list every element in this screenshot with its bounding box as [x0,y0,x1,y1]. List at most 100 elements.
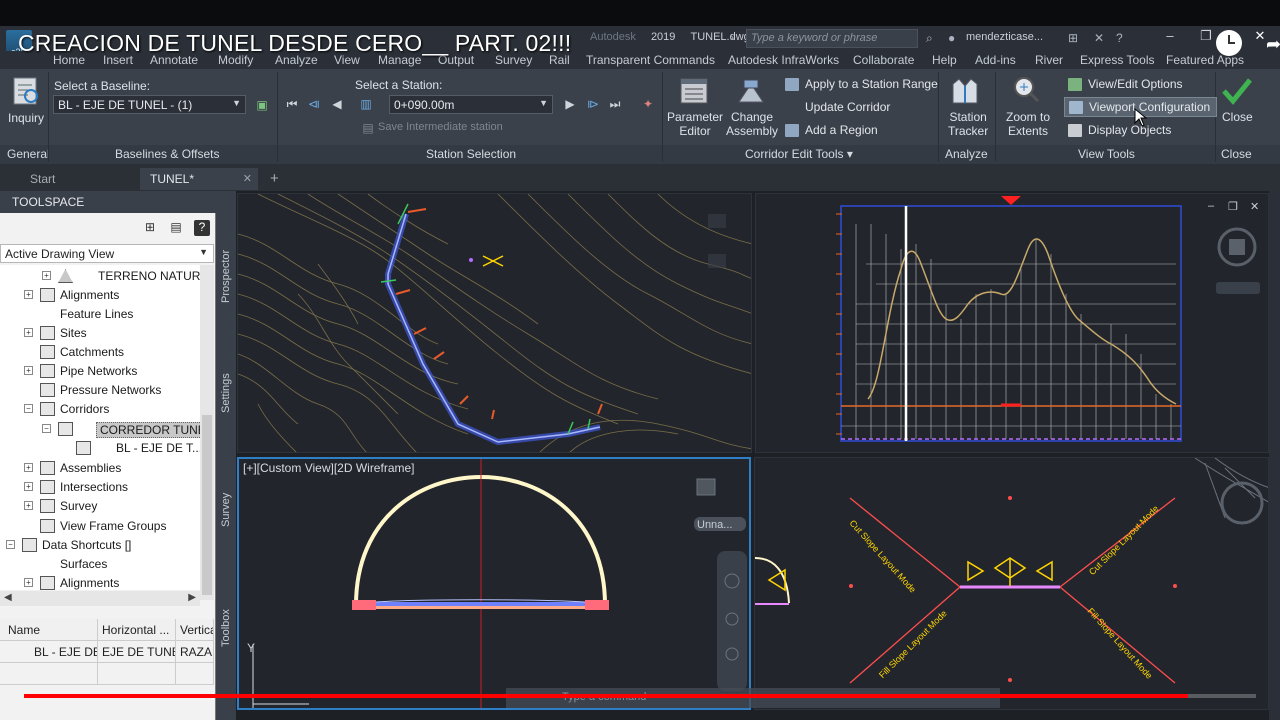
help-icon[interactable]: ? [194,220,210,236]
close-tab-icon[interactable]: ✕ [243,172,252,185]
next-station-icon[interactable]: ▶ [562,96,578,112]
panel-title-baselines[interactable]: Baselines & Offsets [115,147,220,161]
expand-icon[interactable]: + [24,290,33,299]
search-arrow-icon[interactable]: › [730,30,744,44]
expand-icon[interactable]: + [24,501,33,510]
tab-transparent-commands[interactable]: Transparent Commands [586,53,715,67]
view-edit-options-button[interactable]: View/Edit Options [1064,75,1189,95]
close-editor-button[interactable]: Close [1219,74,1259,134]
collapse-icon[interactable]: − [24,404,33,413]
user-icon[interactable]: ● [948,31,955,45]
parameter-editor-button[interactable]: Parameter Editor [667,74,723,140]
scroll-right-icon[interactable]: ▶ [188,592,196,603]
pick-baseline-icon[interactable]: ▣ [254,97,270,113]
binoculars-icon[interactable]: ⌕ [926,31,933,46]
table-row-horizontal[interactable]: EJE DE TUNEL [98,641,176,663]
share-icon[interactable]: ➦ [1266,34,1280,54]
command-line[interactable]: Type a command [506,688,1000,708]
col-horizontal-header[interactable]: Horizontal ... [98,619,176,641]
viewport-maximize-icon[interactable]: ❐ [1228,200,1238,213]
station-list-icon[interactable]: ▥ [358,96,374,112]
baseline-select[interactable]: BL - EJE DE TUNEL - (1) ▼ [53,95,246,114]
help-icon[interactable]: ? [1116,31,1123,45]
side-tab-prospector[interactable]: Prospector [220,250,232,303]
next-key-station-icon[interactable]: ⧐ [585,96,601,112]
expand-icon[interactable]: + [24,366,33,375]
tab-express-tools[interactable]: Express Tools [1080,53,1154,67]
new-tab-button[interactable]: + [262,168,290,190]
station-range-icon [785,78,799,91]
apply-station-range-button[interactable]: Apply to a Station Range [781,75,944,95]
cart-icon[interactable]: ⊞ [1068,31,1078,45]
panel-title-close[interactable]: Close [1221,147,1252,161]
station-select[interactable]: 0+090.00m ▼ [389,95,553,114]
change-assembly-button[interactable]: Change Assembly [724,74,778,140]
expand-icon[interactable]: + [24,482,33,491]
section-viewport-label[interactable]: [+][Custom View][2D Wireframe] [243,461,415,475]
viewport-profile[interactable]: – ❐ ✕ [755,193,1269,453]
table-row-name[interactable]: BL - EJE DE [0,641,98,663]
previous-key-station-icon[interactable]: ⧏ [306,96,322,112]
watch-later-icon[interactable] [1216,30,1242,56]
viewport-close-icon[interactable]: ✕ [1250,200,1259,213]
tree-label: Corridors [60,402,110,416]
tab-tunel[interactable]: TUNEL* ✕ [140,168,258,190]
collapse-icon[interactable]: − [42,424,51,433]
side-tab-survey[interactable]: Survey [220,493,232,527]
viewport-minimize-icon[interactable]: – [1208,200,1214,212]
panel-title-corridor-edit[interactable]: Corridor Edit Tools ▾ [745,147,853,161]
search-input[interactable]: Type a keyword or phrase [746,29,918,48]
viewport-assembly[interactable]: Cut Slope Layout Mode Cut Slope Layout M… [754,457,1269,710]
table-row-vertical[interactable]: RAZAN [176,641,214,663]
col-vertical-header[interactable]: Vertica [176,619,214,641]
scroll-thumb[interactable] [202,415,212,595]
user-name[interactable]: mendezticase... [966,31,1043,43]
tab-river[interactable]: River [1035,53,1063,67]
update-corridor-button[interactable]: Update Corridor [781,98,896,118]
tab-infraworks[interactable]: Autodesk InfraWorks [728,53,839,67]
tab-start[interactable]: Start [0,168,140,190]
tree-scrollbar[interactable] [200,265,214,600]
expand-icon[interactable]: + [24,578,33,587]
plan-drawing [238,194,751,452]
drawing-view-select[interactable]: Active Drawing View ▼ [0,244,214,263]
add-region-button[interactable]: Add a Region [781,121,884,141]
tab-add-ins[interactable]: Add-ins [975,53,1016,67]
restore-icon[interactable]: ❐ [1196,28,1216,48]
video-progress-bar[interactable] [24,694,1256,698]
zoom-extents-button[interactable]: Zoom to Extents [1003,74,1061,140]
toolspace-panel-icon[interactable]: ▤ [168,220,184,236]
exchange-icon[interactable]: ✕ [1094,31,1104,45]
side-tab-settings[interactable]: Settings [220,373,232,413]
tree-horizontal-scrollbar[interactable]: ◀ ▶ [0,591,200,606]
expand-icon[interactable]: + [42,271,51,280]
station-tracker-icon [952,78,978,104]
station-tracker-button[interactable]: Station Tracker [944,74,992,140]
panel-title-general[interactable]: General [7,147,50,161]
panel-title-view-tools[interactable]: View Tools [1078,147,1135,161]
collapse-icon[interactable]: − [6,540,15,549]
tab-collaborate[interactable]: Collaborate [853,53,914,67]
toolspace-tree-icon[interactable]: ⊞ [142,220,158,236]
tab-help[interactable]: Help [932,53,957,67]
previous-station-icon[interactable]: ◀ [329,96,345,112]
first-station-icon[interactable]: ⏮ [284,96,300,112]
minimize-icon[interactable]: – [1160,28,1180,48]
expand-icon[interactable]: + [24,463,33,472]
col-name-header[interactable]: Name [0,619,98,641]
viewport-plan[interactable] [237,193,752,453]
expand-icon[interactable]: + [24,328,33,337]
tree-label: TERRENO NATUR... [98,269,200,283]
last-station-icon[interactable]: ⏭ [607,96,623,112]
side-tab-toolbox[interactable]: Toolbox [220,609,232,647]
document-tabs: Start TUNEL* ✕ + [0,164,1280,191]
panel-title-station[interactable]: Station Selection [426,147,516,161]
scroll-left-icon[interactable]: ◀ [4,592,12,603]
viewport-section[interactable]: [+][Custom View][2D Wireframe] Unna... Y [237,457,751,710]
pick-station-icon[interactable]: ✦ [640,96,656,112]
display-objects-button[interactable]: Display Objects [1064,121,1177,141]
panel-separator [1215,72,1216,162]
unnamed-ucs-label[interactable]: Unna... [697,519,732,531]
panel-title-analyze[interactable]: Analyze [945,147,988,161]
inquiry-button[interactable]: Inquiry [6,74,46,134]
